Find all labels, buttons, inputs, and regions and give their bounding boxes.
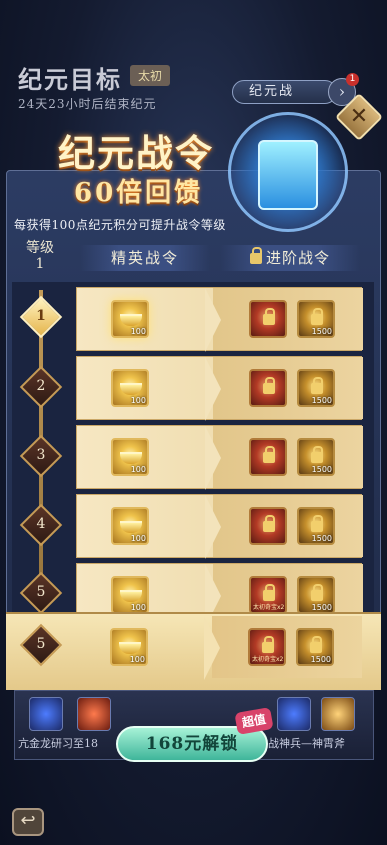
reward-qty: 100 [129,655,145,664]
lock-icon [263,377,275,394]
lock-icon [263,308,275,325]
chest-reward[interactable] [249,507,287,545]
reward-qty: 1500 [311,327,332,336]
row-divider [213,495,363,557]
gold-ingot-reward[interactable]: 100 [111,576,149,614]
row-divider [213,288,363,350]
milestone-row[interactable]: 100 太初奇宝x2 1500 [76,616,362,680]
chest-reward[interactable] [249,438,287,476]
reward-qty: 100 [130,603,146,612]
level-number: 4 [36,516,46,532]
lock-icon [311,308,323,325]
scroll-icon [321,697,355,731]
gold-ingot-reward[interactable]: 1500 [297,369,335,407]
gold-ingot-reward[interactable]: 100 [111,438,149,476]
reward-qty: 100 [130,396,146,405]
lock-icon [263,584,275,601]
era-countdown: 24天23小时后结束纪元 [18,97,157,111]
reward-qty: 1500 [311,465,332,474]
chest-reward[interactable]: 太初奇宝x2 [248,628,286,666]
reward-qty: 100 [130,327,146,336]
reward-tag: 太初奇宝x2 [253,604,285,611]
pagoda-icon [258,140,318,210]
level-label: 等级 [26,240,54,256]
reward-tag: 太初奇宝x2 [252,656,284,663]
gold-ingot-icon [119,642,141,654]
lock-icon [310,636,322,653]
reward-qty: 1500 [311,534,332,543]
row-divider [213,426,363,488]
gold-ingot-icon [120,452,142,464]
gold-ingot-icon [120,590,142,602]
era-war-button[interactable]: 纪元战 [232,80,337,104]
orb-icon [77,697,111,731]
level-number: 5 [36,636,46,652]
back-arrow-icon[interactable]: ↩ [12,808,44,836]
close-icon[interactable]: ✕ [342,100,376,134]
gold-ingot-icon [120,521,142,533]
background-text: 战神兵—神霄斧 [268,737,345,750]
page-title: 纪元目标 [18,65,122,94]
reward-row[interactable]: 100 1500 [76,356,363,421]
banner-description: 每获得100点纪元积分可提升战令等级 [14,218,226,232]
tab-advanced-pass[interactable]: 进阶战令 [220,245,360,271]
reward-qty: 100 [130,534,146,543]
row-divider [213,357,363,419]
level-number: 1 [36,308,46,324]
flame-icon [29,697,63,731]
gold-ingot-reward[interactable]: 1500 [297,507,335,545]
chest-reward[interactable]: 太初奇宝x2 [249,576,287,614]
lock-icon [311,584,323,601]
gold-ingot-reward[interactable]: 100 [111,300,149,338]
level-number: 3 [36,447,46,463]
banner-subtitle: 60倍回馈 [74,178,204,208]
row-arrow [204,616,220,680]
tab-advanced-label: 进阶战令 [265,249,330,267]
lock-icon [263,446,275,463]
lock-icon [262,636,274,653]
gold-ingot-reward[interactable]: 100 [111,369,149,407]
level-value: 1 [35,256,45,272]
chest-reward[interactable] [249,300,287,338]
gold-ingot-reward[interactable]: 1500 [297,300,335,338]
gold-ingot-reward[interactable]: 1500 [297,438,335,476]
lock-icon [311,377,323,394]
row-arrow [205,426,221,490]
row-arrow [205,495,221,559]
lock-icon [249,247,262,264]
notify-badge: 1 [346,73,359,86]
chest-reward[interactable] [249,369,287,407]
tab-elite-pass[interactable]: 精英战令 [80,245,210,271]
background-text: 亢金龙研习至18 [18,737,98,750]
reward-row[interactable]: 100 1500 [76,425,363,490]
reward-row[interactable]: 100 1500 [76,494,363,559]
gold-ingot-reward[interactable]: 100 [110,628,148,666]
level-number: 5 [36,584,46,600]
reward-row[interactable]: 100 1500 [76,287,363,352]
lock-icon [311,515,323,532]
flame-icon [277,697,311,731]
lock-icon [263,515,275,532]
level-header: 等级 1 [22,240,58,272]
level-number: 2 [36,378,46,394]
banner-title: 纪元战令 [58,131,214,175]
gold-ingot-icon [120,383,142,395]
reward-qty: 100 [130,465,146,474]
gold-ingot-reward[interactable]: 100 [111,507,149,545]
reward-qty: 1500 [311,603,332,612]
reward-qty: 1500 [311,396,332,405]
reward-qty: 1500 [310,655,331,664]
row-divider [212,616,362,678]
gold-ingot-icon [120,314,142,326]
row-arrow [205,288,221,352]
lock-icon [311,446,323,463]
row-arrow [205,357,221,421]
era-badge: 太初 [130,65,171,86]
gold-ingot-reward[interactable]: 1500 [296,628,334,666]
gold-ingot-reward[interactable]: 1500 [297,576,335,614]
